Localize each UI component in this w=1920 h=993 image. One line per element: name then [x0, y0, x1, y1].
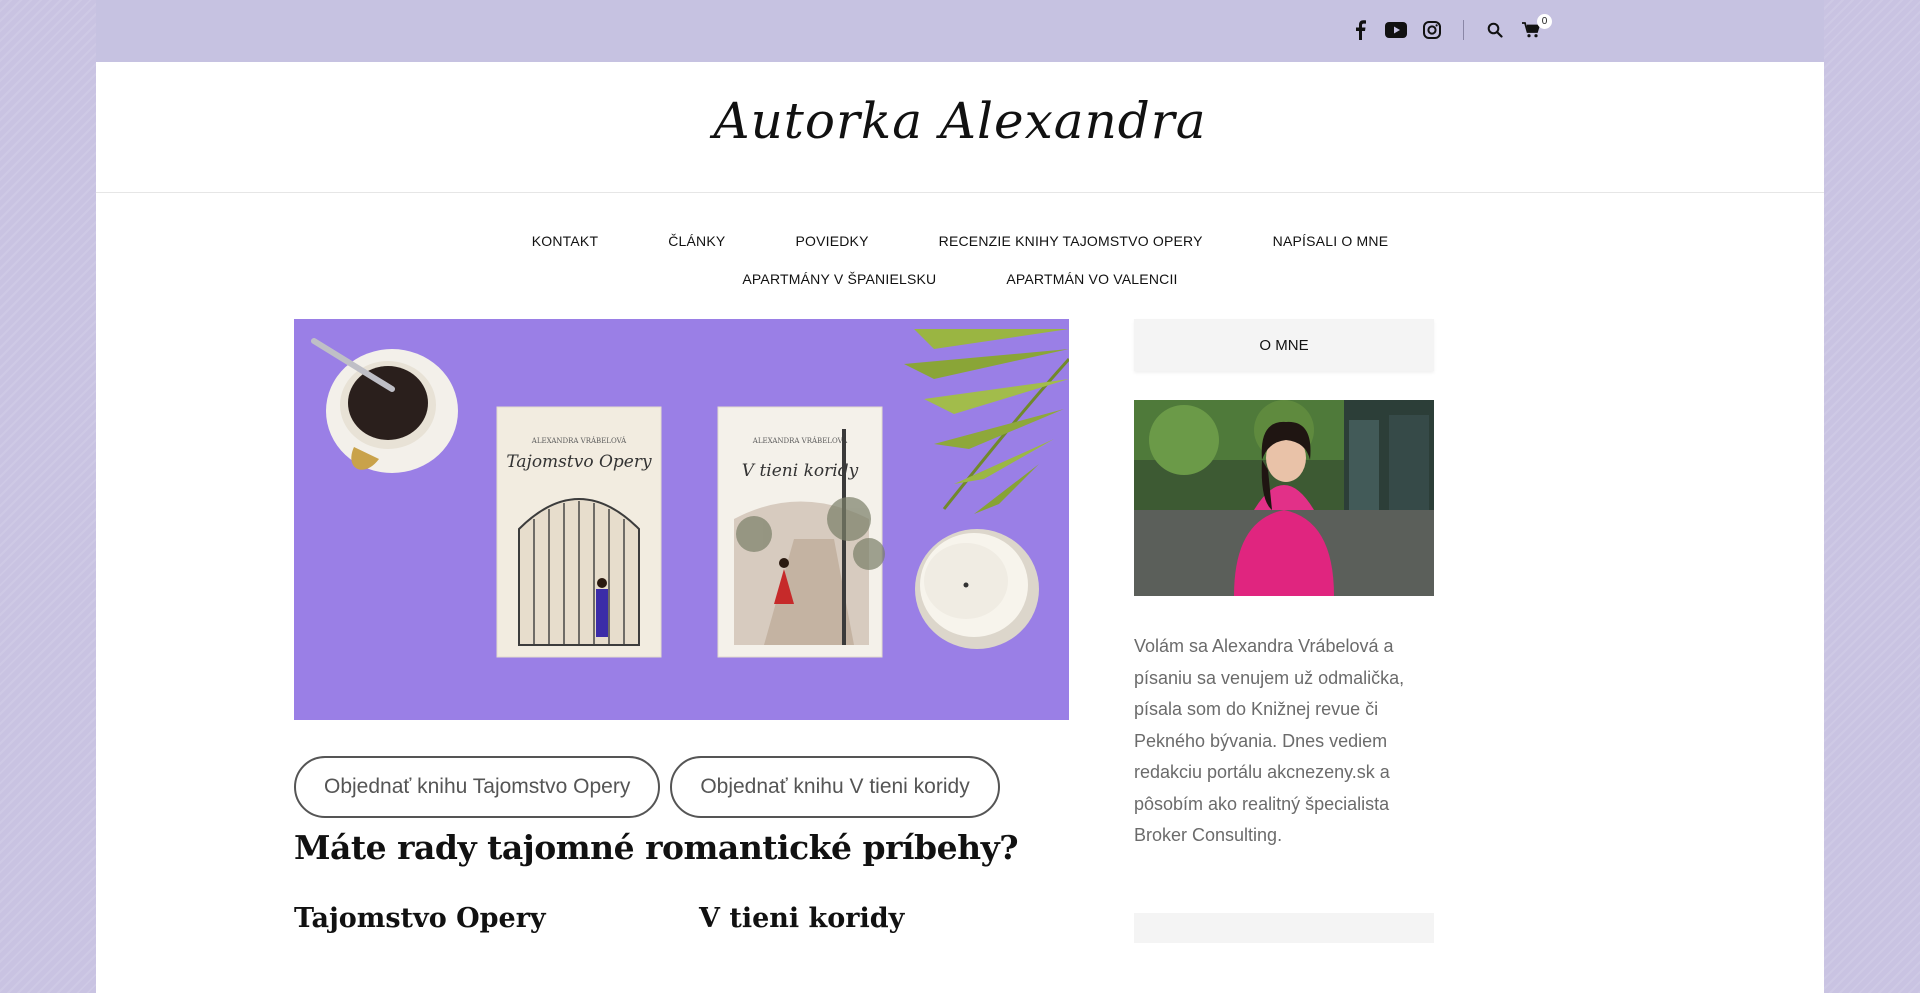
sidebar-widget-title: O MNE	[1134, 319, 1434, 371]
order-tajomstvo-opery-button[interactable]: Objednať knihu Tajomstvo Opery	[294, 756, 661, 818]
cart-icon[interactable]: 0	[1520, 14, 1552, 41]
subheading-tajomstvo-opery: Tajomstvo Opery	[294, 903, 546, 934]
nav-item-clanky[interactable]: ČLÁNKY	[668, 233, 725, 249]
candle-image	[915, 529, 1039, 649]
instagram-icon[interactable]	[1421, 19, 1443, 41]
hero-image: ALEXANDRA VRÁBELOVÁ Tajomstvo Opery ALEX…	[294, 319, 1069, 720]
book-cover-tajomstvo-opery: ALEXANDRA VRÁBELOVÁ Tajomstvo Opery	[496, 406, 662, 658]
svg-text:ALEXANDRA VRÁBELOVÁ: ALEXANDRA VRÁBELOVÁ	[752, 436, 848, 445]
svg-text:Tajomstvo Opery: Tajomstvo Opery	[506, 452, 652, 472]
svg-text:V tieni koridy: V tieni koridy	[742, 461, 859, 481]
nav-item-recenzie[interactable]: RECENZIE KNIHY TAJOMSTVO OPERY	[939, 233, 1203, 249]
nav-row-2: APARTMÁNY V ŠPANIELSKU APARTMÁN VO VALEN…	[96, 260, 1824, 298]
nav-item-poviedky[interactable]: POVIEDKY	[795, 233, 868, 249]
top-bar: 0	[96, 0, 1824, 62]
search-icon[interactable]	[1484, 19, 1506, 41]
youtube-icon[interactable]	[1385, 19, 1407, 41]
nav-row-1: KONTAKT ČLÁNKY POVIEDKY RECENZIE KNIHY T…	[96, 222, 1824, 260]
svg-text:ALEXANDRA VRÁBELOVÁ: ALEXANDRA VRÁBELOVÁ	[531, 436, 627, 445]
nav-item-apartman-valencia[interactable]: APARTMÁN VO VALENCII	[1006, 271, 1177, 287]
nav-item-apartmany-spanielsko[interactable]: APARTMÁNY V ŠPANIELSKU	[742, 271, 936, 287]
main-heading: Máte rady tajomné romantické príbehy?	[294, 828, 1019, 867]
nav-item-napisali-o-mne[interactable]: NAPÍSALI O MNE	[1273, 233, 1389, 249]
subheading-v-tieni-koridy: V tieni koridy	[699, 903, 905, 934]
author-profile-photo	[1134, 400, 1434, 596]
author-bio: Volám sa Alexandra Vrábelová a písaniu s…	[1134, 636, 1405, 845]
top-icons: 0	[1335, 14, 1552, 42]
nav-item-kontakt[interactable]: KONTAKT	[532, 233, 598, 249]
icon-separator	[1463, 20, 1464, 40]
sidebar-widget-2	[1134, 913, 1434, 943]
site-title[interactable]: Autorka Alexandra	[96, 92, 1824, 150]
main-navigation: KONTAKT ČLÁNKY POVIEDKY RECENZIE KNIHY T…	[96, 222, 1824, 298]
cart-count-badge: 0	[1537, 14, 1552, 29]
order-v-tieni-koridy-button[interactable]: Objednať knihu V tieni koridy	[670, 756, 1000, 818]
order-buttons: Objednať knihu Tajomstvo Opery Objednať …	[294, 756, 1010, 818]
header-divider	[96, 192, 1824, 193]
book-cover-v-tieni-koridy: ALEXANDRA VRÁBELOVÁ V tieni koridy	[717, 406, 885, 658]
facebook-icon[interactable]	[1349, 19, 1371, 41]
